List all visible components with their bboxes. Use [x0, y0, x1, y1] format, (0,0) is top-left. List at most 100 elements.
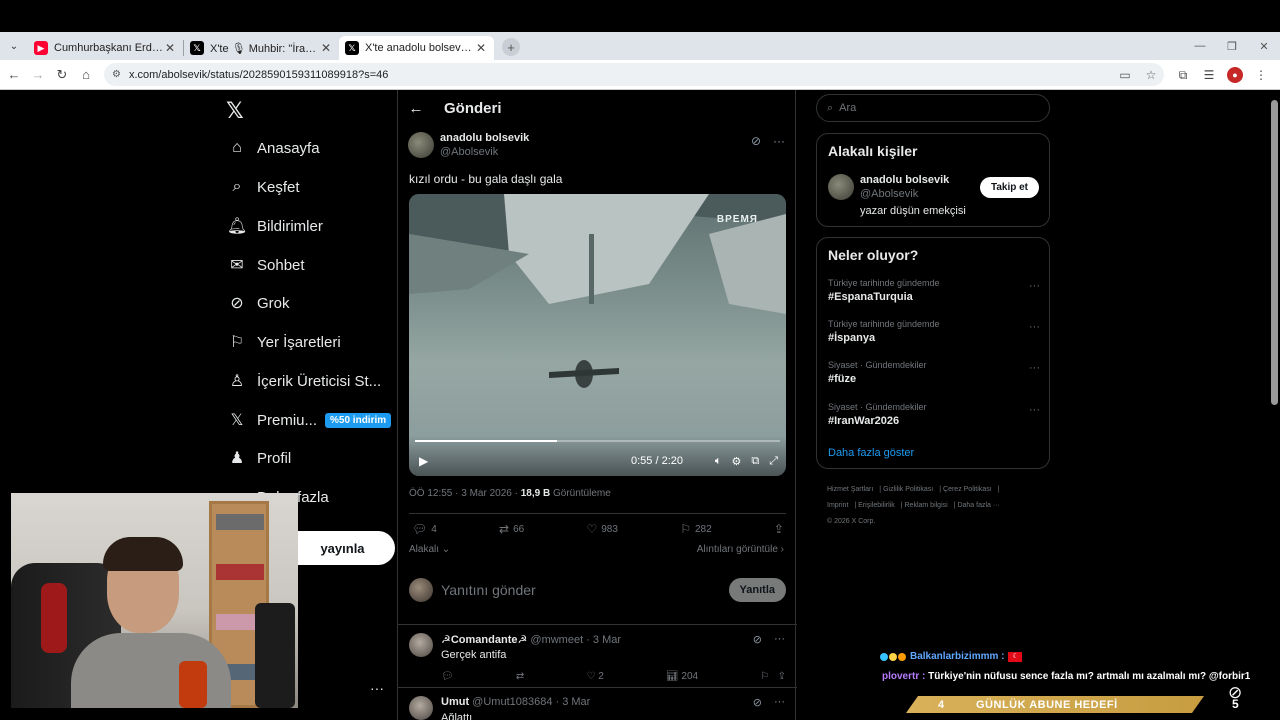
nav-grok[interactable]: ⊘ Grok [226, 288, 289, 318]
play-icon[interactable]: ▶ [419, 454, 428, 468]
reply-icon[interactable]: 💬︎ [441, 671, 454, 682]
more-dots-icon[interactable]: ··· [1029, 362, 1040, 374]
cast-icon[interactable]: ▭ [1112, 68, 1138, 82]
footer-link[interactable]: Erişilebilirlik [858, 502, 895, 509]
extensions-icon[interactable]: ⧉ [1170, 68, 1196, 83]
media-icon[interactable]: ☰ [1196, 68, 1222, 82]
trend-item[interactable]: Siyaset · Gündemdekiler #IranWar2026 ··· [828, 402, 1040, 427]
reply-author[interactable]: Umut [441, 696, 469, 708]
back-icon[interactable]: ← [2, 67, 26, 82]
grok-icon[interactable]: ⊘ [753, 696, 762, 709]
related-user-name[interactable]: anadolu bolsevik [860, 174, 966, 186]
nav-home[interactable]: ⌂ Anasayfa [226, 133, 319, 163]
more-dots-icon[interactable]: ··· [774, 696, 785, 709]
avatar[interactable] [409, 578, 433, 602]
reply-handle[interactable]: @mwmeet · 3 Mar [530, 634, 621, 646]
follow-button[interactable]: Takip et [979, 177, 1039, 198]
author-name[interactable]: anadolu bolsevik [440, 132, 529, 144]
back-arrow-icon[interactable]: ← [398, 100, 434, 117]
nav-profile[interactable]: ♟ Profil [226, 443, 291, 473]
site-info-icon[interactable]: ⚙ [112, 69, 121, 80]
views-action[interactable]: 📊︎ 204 [666, 671, 698, 682]
x-logo-icon[interactable]: 𝕏 [226, 98, 244, 124]
close-icon[interactable]: ✕ [163, 41, 177, 55]
repost-action[interactable]: ⇄ 66 [499, 522, 524, 536]
profile-avatar[interactable]: ● [1227, 67, 1243, 83]
reply-input[interactable]: Yanıtını gönder [441, 582, 729, 598]
close-window-icon[interactable]: ✕ [1248, 40, 1280, 53]
view-quotes-link[interactable]: Alıntıları görüntüle › [697, 544, 784, 555]
avatar[interactable] [828, 174, 854, 200]
more-dots-icon[interactable]: ··· [773, 134, 785, 148]
avatar[interactable] [409, 633, 433, 657]
footer-link[interactable]: Reklam bilgisi [905, 502, 948, 509]
bookmark-share-icons[interactable]: ⚐ ⇪ [760, 671, 786, 682]
more-dots-icon[interactable]: ··· [774, 633, 785, 646]
nav-notifications[interactable]: 🔔︎ Bildirimler [226, 211, 323, 241]
repost-icon[interactable]: ⇄ [516, 671, 524, 682]
post-author[interactable]: anadolu bolsevik @Abolsevik [408, 132, 529, 158]
quotes-label: Alıntıları görüntüle [696, 544, 778, 555]
nav-explore[interactable]: ⌕ Keşfet [226, 172, 300, 202]
post-timestamp[interactable]: ÖÖ 12:55 · 3 Mar 2026 · [409, 488, 518, 499]
tab-search-icon[interactable]: ⌄ [0, 41, 28, 52]
reply-handle[interactable]: @Umut1083684 · 3 Mar [472, 696, 590, 708]
bookmark-action[interactable]: ⚐ 282 [680, 522, 711, 536]
fullscreen-icon[interactable]: ⤢ [769, 455, 778, 468]
like-action[interactable]: ♡ 2 [586, 671, 603, 682]
like-action[interactable]: ♡ 983 [586, 522, 617, 536]
show-more-link[interactable]: Daha fazla göster [828, 447, 914, 459]
sort-relevant-dropdown[interactable]: Alakalı ⌄ [409, 544, 450, 555]
footer-link[interactable]: Gizlilik Politikası [883, 486, 933, 493]
url-field[interactable]: ⚙ x.com/abolsevik/status/202859015931108… [104, 63, 1164, 86]
pip-icon[interactable]: ⧉ [751, 455, 759, 468]
minimize-icon[interactable]: — [1184, 40, 1216, 52]
share-action[interactable]: ⇪ [774, 522, 784, 536]
nav-premium[interactable]: 𝕏 Premiu... %50 indirim [226, 405, 392, 435]
footer-link[interactable]: Çerez Politikası [943, 486, 992, 493]
settings-icon[interactable]: ⚙ [731, 455, 741, 468]
bookmark-star-icon[interactable]: ☆ [1138, 68, 1164, 82]
close-icon[interactable]: ✕ [474, 41, 488, 55]
tab-muhbir[interactable]: 𝕏 X'te 🎙 Muhbir: "İran Türkleri,... ✕ [184, 36, 339, 60]
tab-erdogan[interactable]: ▶ Cumhurbaşkanı Erdoğan: İran'ı... ✕ [28, 36, 183, 60]
new-tab-button[interactable]: + [502, 38, 520, 56]
reply-author[interactable]: ☭Comandante☭ [441, 634, 527, 646]
trend-item[interactable]: Türkiye tarihinde gündemde #EspanaTurqui… [828, 278, 1040, 303]
restore-icon[interactable]: ❐ [1216, 40, 1248, 53]
reply-item[interactable]: ☭Comandante☭ @mwmeet · 3 Mar ⊘ ··· Gerçek… [398, 624, 797, 686]
related-user[interactable]: anadolu bolsevik @Abolsevik yazar düşün … [828, 174, 966, 217]
trend-item[interactable]: Siyaset · Gündemdekiler #füze ··· [828, 360, 1040, 385]
menu-dots-icon[interactable]: ⋮ [1248, 68, 1274, 82]
grok-icon[interactable]: ⊘ [753, 633, 762, 646]
video-player[interactable]: ВРЕМЯ ▶ 0:55 / 2:20 🔈︎ ⚙ ⧉ ⤢ [409, 194, 786, 476]
reply-item[interactable]: Umut @Umut1083684 · 3 Mar ⊘ ··· Ağlattı [398, 687, 797, 720]
video-progress-bar[interactable] [415, 440, 780, 442]
page-scrollbar[interactable] [1271, 100, 1278, 405]
more-dots-icon[interactable]: ··· [1029, 280, 1040, 292]
avatar[interactable] [408, 132, 434, 158]
home-icon[interactable]: ⌂ [74, 67, 98, 82]
reply-action[interactable]: 💬︎ 4 [412, 522, 437, 536]
trend-item[interactable]: Türkiye tarihinde gündemde #İspanya ··· [828, 319, 1040, 344]
tab-anadolu-bolsevik[interactable]: 𝕏 X'te anadolu bolsevik: "kızıl ord... ✕ [339, 36, 494, 60]
volume-icon[interactable]: 🔈︎ [715, 455, 722, 468]
search-input[interactable]: ⌕ Ara [816, 94, 1050, 122]
footer-link[interactable]: Daha fazla ··· [957, 502, 999, 509]
related-user-handle[interactable]: @Abolsevik [860, 188, 966, 200]
reply-button[interactable]: Yanıtla [728, 578, 786, 602]
close-icon[interactable]: ✕ [319, 41, 333, 55]
reload-icon[interactable]: ↻ [50, 67, 74, 83]
footer-link[interactable]: Imprint [827, 502, 848, 509]
account-menu-dots-icon[interactable]: ··· [370, 680, 384, 696]
avatar[interactable] [409, 696, 433, 720]
nav-messages[interactable]: ✉ Sohbet [226, 250, 304, 280]
grok-icon[interactable]: ⊘ [751, 134, 761, 148]
nav-bookmarks[interactable]: ⚐ Yer İşaretleri [226, 327, 341, 357]
more-dots-icon[interactable]: ··· [1029, 321, 1040, 333]
forward-icon[interactable]: → [26, 67, 50, 82]
footer-link[interactable]: Hizmet Şartları [827, 486, 873, 493]
nav-creator-studio[interactable]: ♙ İçerik Üreticisi St... [226, 366, 381, 396]
more-dots-icon[interactable]: ··· [1029, 404, 1040, 416]
author-handle[interactable]: @Abolsevik [440, 146, 529, 158]
